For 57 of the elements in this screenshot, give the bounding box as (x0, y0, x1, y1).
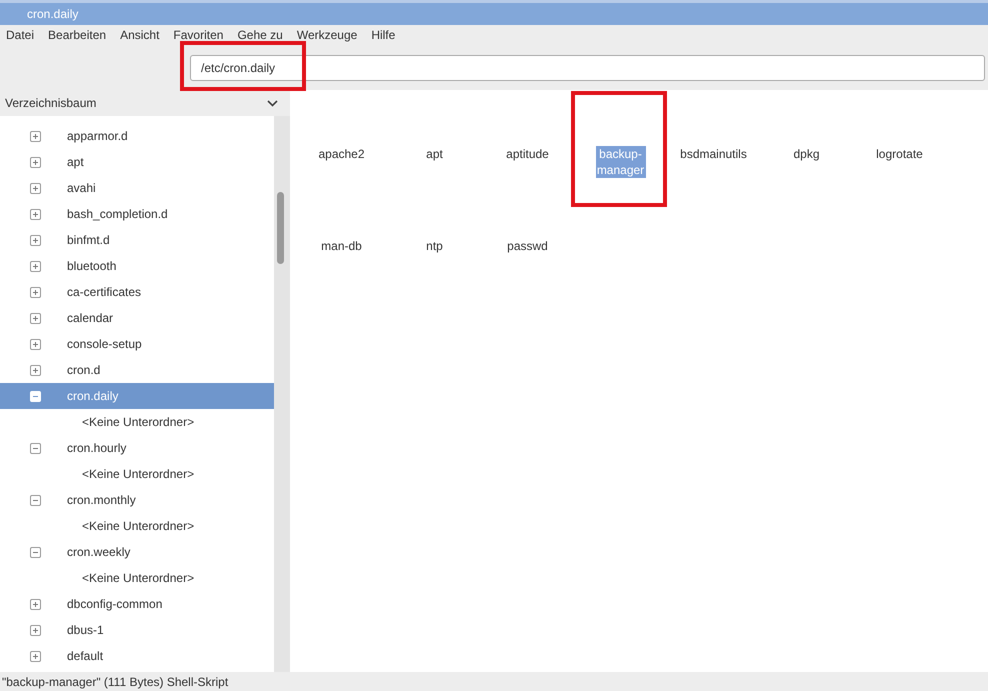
expand-icon[interactable] (30, 312, 41, 324)
menu-item[interactable]: Datei (6, 26, 34, 44)
expand-icon[interactable] (30, 650, 41, 662)
status-text: "backup-manager" (111 Bytes) Shell-Skript (2, 674, 228, 690)
tree-item[interactable]: default (0, 643, 274, 669)
expand-icon[interactable] (30, 624, 41, 636)
menu-item[interactable]: Hilfe (371, 26, 396, 44)
menu-item[interactable]: Favoriten (173, 26, 224, 44)
file-name[interactable]: ntp (426, 238, 443, 254)
sidebar-title: Verzeichnisbaum (5, 95, 96, 112)
tree-item[interactable]: cron.d (0, 357, 274, 383)
tree-item[interactable]: bluetooth (0, 253, 274, 279)
tree-item[interactable]: ca-certificates (0, 279, 274, 305)
tree-item: <Keine Unterordner> (81, 518, 196, 535)
expand-icon[interactable] (30, 364, 41, 376)
file-name[interactable]: passwd (507, 238, 548, 254)
window-title: cron.daily (27, 6, 78, 23)
tree-item[interactable]: avahi (0, 175, 274, 201)
tree-item[interactable]: binfmt.d (0, 227, 274, 253)
tree-item[interactable]: console-setup (0, 331, 274, 357)
tree-item: <Keine Unterordner> (81, 414, 196, 431)
tree-item[interactable]: dbconfig-common (0, 591, 274, 617)
expand-icon[interactable] (30, 182, 41, 194)
tree-item: <Keine Unterordner> (81, 570, 196, 587)
tree-item[interactable]: apparmor.d (0, 123, 274, 149)
expand-icon[interactable] (30, 338, 41, 350)
file-name[interactable]: apache2 (318, 146, 365, 162)
file-name[interactable]: apt (426, 146, 443, 162)
file-name[interactable]: bsdmainutils (680, 146, 747, 162)
expand-icon[interactable] (30, 208, 41, 220)
menu-item[interactable]: Ansicht (120, 26, 160, 44)
file-name[interactable]: aptitude (506, 146, 549, 162)
menu-item[interactable]: Bearbeiten (48, 26, 106, 44)
tree-item: <Keine Unterordner> (81, 466, 196, 483)
chevron-down-icon[interactable] (267, 100, 278, 106)
tree-item[interactable]: apt (0, 149, 274, 175)
expand-icon[interactable] (30, 598, 41, 610)
collapse-icon[interactable] (30, 442, 41, 454)
tree-item[interactable]: bash_completion.d (0, 201, 274, 227)
file-name[interactable]: dpkg (793, 146, 820, 162)
file-name[interactable]: logrotate (876, 146, 923, 162)
path-field[interactable]: /etc/cron.daily (190, 54, 985, 80)
tree-item[interactable]: cron.weekly (0, 539, 274, 565)
expand-icon[interactable] (30, 260, 41, 272)
tree-item[interactable]: dbus-1 (0, 617, 274, 643)
expand-icon[interactable] (30, 130, 41, 142)
expand-icon[interactable] (30, 234, 41, 246)
collapse-icon[interactable] (30, 546, 41, 558)
tree-item[interactable]: calendar (0, 305, 274, 331)
expand-icon[interactable] (30, 156, 41, 168)
menu-item[interactable]: Werkzeuge (296, 26, 358, 44)
expand-icon[interactable] (30, 286, 41, 298)
file-name[interactable]: man-db (321, 238, 362, 254)
tree-item[interactable]: cron.hourly (0, 435, 274, 461)
tree-item[interactable]: cron.monthly (0, 487, 274, 513)
menu-item[interactable]: Gehe zu (237, 26, 283, 44)
collapse-icon[interactable] (30, 494, 41, 506)
